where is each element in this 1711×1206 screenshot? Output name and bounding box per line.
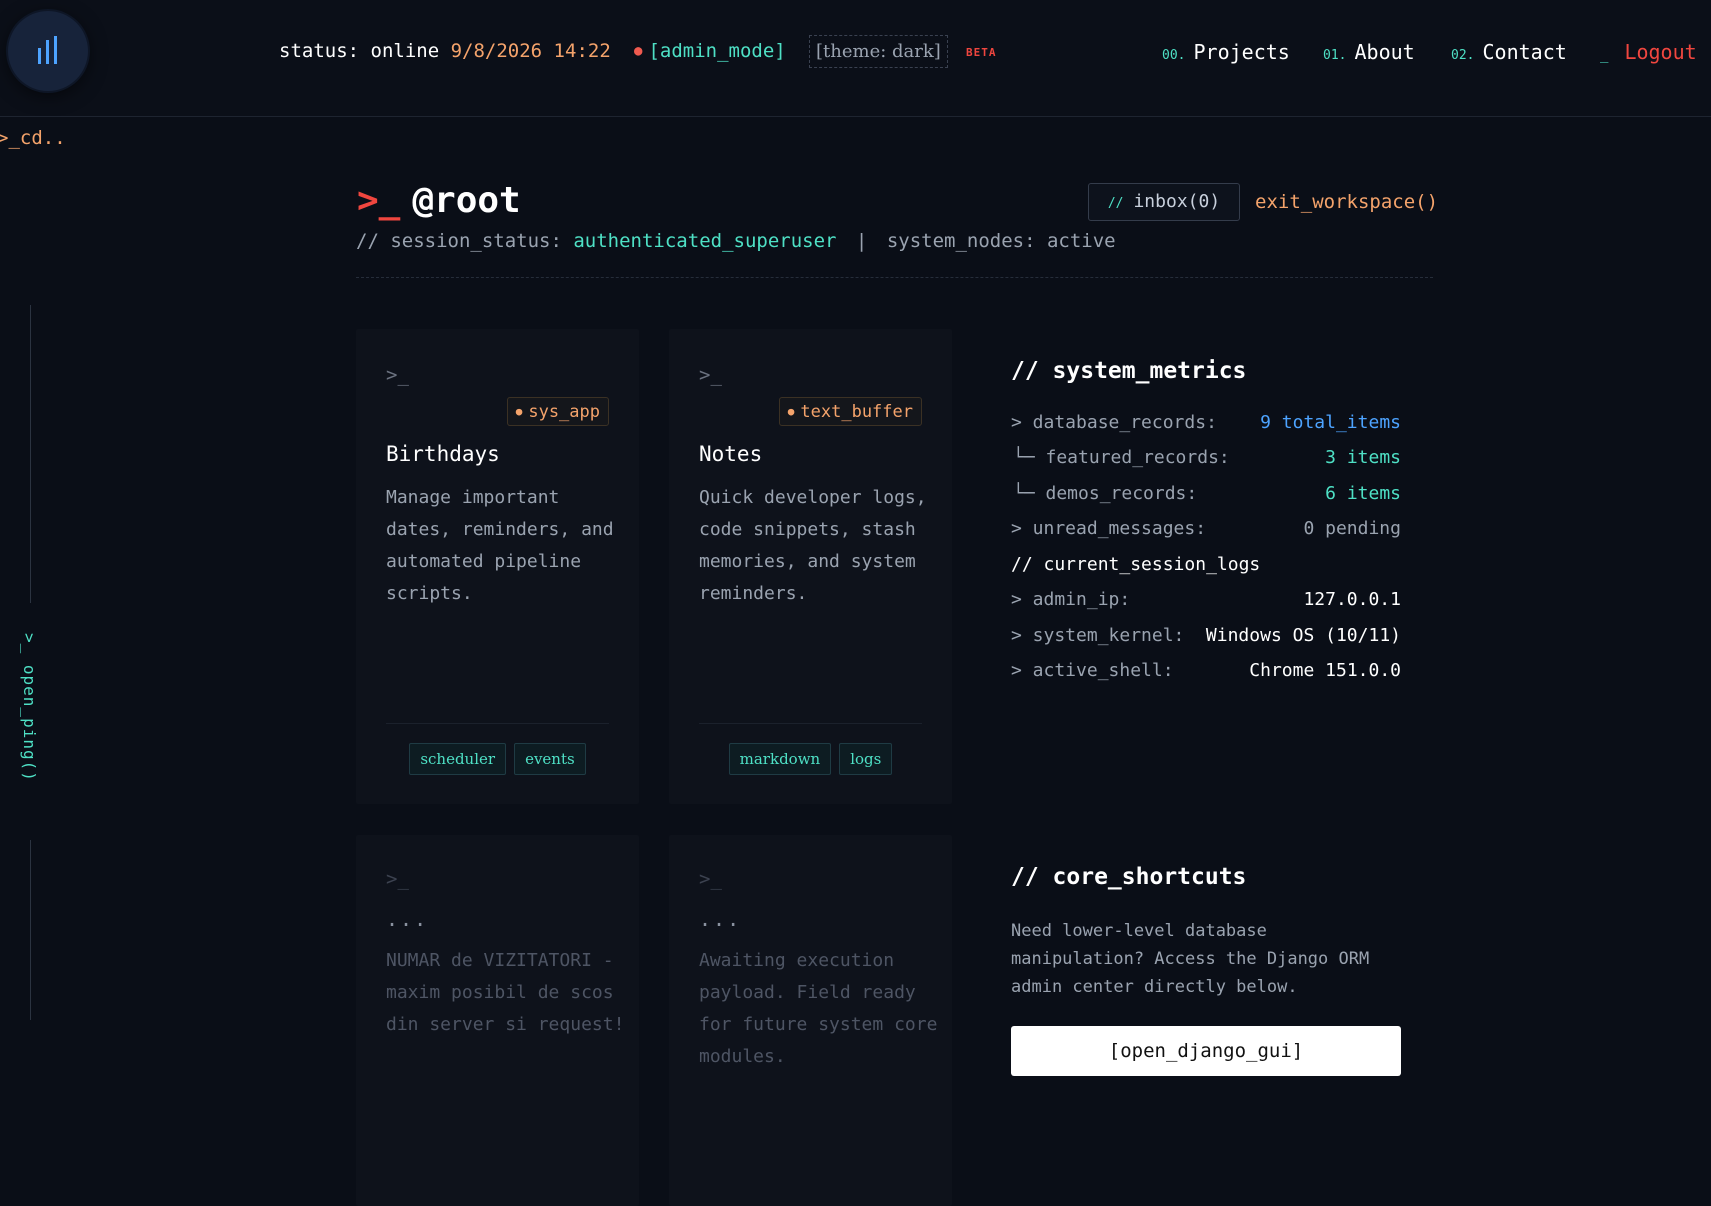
logo-button[interactable]: [8, 11, 88, 91]
inbox-button[interactable]: // inbox(0): [1088, 183, 1240, 221]
card-divider: [699, 723, 922, 724]
card-placeholder-visitors: >_ ... NUMAR de VIZITATORI - maxim posib…: [356, 835, 639, 1206]
metric-value: 3 items: [1325, 447, 1401, 468]
status-datetime: 9/8/2026 14:22: [450, 40, 611, 62]
card-prompt: >_: [699, 868, 722, 890]
badge-dot-icon: ●: [787, 405, 795, 418]
nav-label: Projects: [1193, 40, 1290, 64]
metric-key: > system_kernel:: [1011, 625, 1185, 646]
card-prompt: >_: [386, 868, 409, 890]
card-prompt: >_: [386, 364, 409, 386]
metric-key: > admin_ip:: [1011, 589, 1131, 610]
card-badge: ● text_buffer: [778, 397, 922, 426]
metric-row: > unread_messages: 0 pending: [1011, 518, 1401, 546]
logout-prefix: _: [1600, 47, 1609, 63]
metric-key: > database_records:: [1011, 412, 1217, 433]
session-value: authenticated_superuser: [573, 230, 837, 252]
metric-value: Windows OS (10/11): [1205, 625, 1401, 646]
metric-row: > active_shell: Chrome 151.0.0: [1011, 660, 1401, 688]
bars-icon: [38, 36, 57, 64]
beta-badge: BETA: [966, 46, 997, 59]
card-description: Quick developer logs, code snippets, sta…: [699, 487, 927, 604]
admin-mode-badge: ● [admin_mode]: [634, 40, 786, 62]
open-ping-link[interactable]: >_ open_ping(): [20, 633, 39, 782]
nav-number: 00.: [1162, 48, 1186, 63]
badge-label: sys_app: [528, 402, 600, 422]
exit-workspace-link[interactable]: exit_workspace(): [1255, 191, 1438, 213]
card-placeholder-awaiting: >_ ... Awaiting execution payload. Field…: [669, 835, 952, 1206]
status-indicator: status: online 9/8/2026 14:22: [279, 40, 611, 62]
open-django-gui-button[interactable]: [open_django_gui]: [1011, 1026, 1401, 1076]
metric-value: 9 total_items: [1260, 412, 1401, 433]
nav-label: About: [1354, 40, 1415, 64]
side-divider-bottom: [30, 840, 31, 1020]
metric-row: > admin_ip: 127.0.0.1: [1011, 589, 1401, 617]
metric-value: Chrome 151.0.0: [1249, 660, 1401, 681]
metrics-title: // system_metrics: [1011, 358, 1247, 384]
inbox-prefix: //: [1107, 196, 1124, 211]
card-dots: ...: [386, 907, 429, 931]
top-header: status: online 9/8/2026 14:22 ● [admin_mo…: [0, 0, 1711, 117]
card-tags: markdown logs: [669, 743, 952, 775]
cd-back-link[interactable]: >_cd..: [0, 127, 66, 149]
card-tags: scheduler events: [356, 743, 639, 775]
nav-number: 02.: [1451, 48, 1475, 63]
metric-key: └─ featured_records:: [1013, 447, 1230, 468]
nav-contact[interactable]: 02. Contact: [1451, 40, 1567, 64]
nav-label: Contact: [1482, 40, 1567, 64]
card-title: Birthdays: [386, 442, 500, 466]
tag[interactable]: scheduler: [409, 743, 507, 775]
metric-value: 6 items: [1325, 483, 1401, 504]
metric-row: └─ featured_records: 3 items: [1011, 447, 1401, 475]
nav-number: 01.: [1323, 48, 1347, 63]
card-dots: ...: [699, 907, 742, 931]
card-description: Awaiting execution payload. Field ready …: [699, 950, 938, 1067]
metric-row: > system_kernel: Windows OS (10/11): [1011, 625, 1401, 653]
badge-label: text_buffer: [800, 402, 913, 422]
shortcuts-description: Need lower-level database manipulation? …: [1011, 921, 1370, 997]
badge-dot-icon: ●: [515, 405, 523, 418]
card-title: Notes: [699, 442, 763, 466]
page-title: >_ @root: [357, 180, 521, 221]
metric-key: > active_shell:: [1011, 660, 1174, 681]
session-separator: |: [855, 230, 868, 252]
card-description: NUMAR de VIZITATORI - maxim posibil de s…: [386, 950, 625, 1035]
tag[interactable]: markdown: [728, 743, 832, 775]
session-status-line: // session_status: authenticated_superus…: [356, 230, 1116, 252]
theme-toggle[interactable]: [theme: dark]: [809, 35, 948, 68]
title-prompt: >_: [357, 180, 401, 221]
side-divider-top: [30, 305, 31, 603]
inbox-label: inbox(0): [1133, 191, 1221, 212]
admin-mode-label: [admin_mode]: [648, 40, 786, 62]
system-nodes: system_nodes: active: [886, 230, 1116, 252]
metric-key: └─ demos_records:: [1013, 483, 1198, 504]
metric-value: 0 pending: [1303, 518, 1401, 539]
session-key: // session_status:: [356, 230, 562, 252]
metric-key: // current_session_logs: [1011, 554, 1261, 575]
metric-value: 127.0.0.1: [1303, 589, 1401, 610]
shortcuts-title: // core_shortcuts: [1011, 864, 1247, 890]
card-birthdays[interactable]: >_ ● sys_app Birthdays Manage important d…: [356, 329, 639, 804]
card-notes[interactable]: >_ ● text_buffer Notes Quick developer lo…: [669, 329, 952, 804]
metric-row: └─ demos_records: 6 items: [1011, 483, 1401, 511]
nav-about[interactable]: 01. About: [1323, 40, 1415, 64]
title-text: @root: [412, 180, 521, 221]
card-description: Manage important dates, reminders, and a…: [386, 487, 614, 604]
tag[interactable]: events: [514, 743, 586, 775]
logout-link[interactable]: _ Logout: [1600, 40, 1697, 64]
header-divider: [356, 277, 1433, 278]
status-label: status: online: [279, 40, 440, 62]
logout-label: Logout: [1624, 40, 1697, 64]
session-logs-heading: // current_session_logs: [1011, 554, 1401, 582]
tag[interactable]: logs: [839, 743, 893, 775]
admin-dot-icon: ●: [634, 43, 643, 59]
card-prompt: >_: [699, 364, 722, 386]
metric-row: > database_records: 9 total_items: [1011, 412, 1401, 440]
card-divider: [386, 723, 609, 724]
card-badge: ● sys_app: [506, 397, 609, 426]
metric-key: > unread_messages:: [1011, 518, 1207, 539]
nav-projects[interactable]: 00. Projects: [1162, 40, 1290, 64]
